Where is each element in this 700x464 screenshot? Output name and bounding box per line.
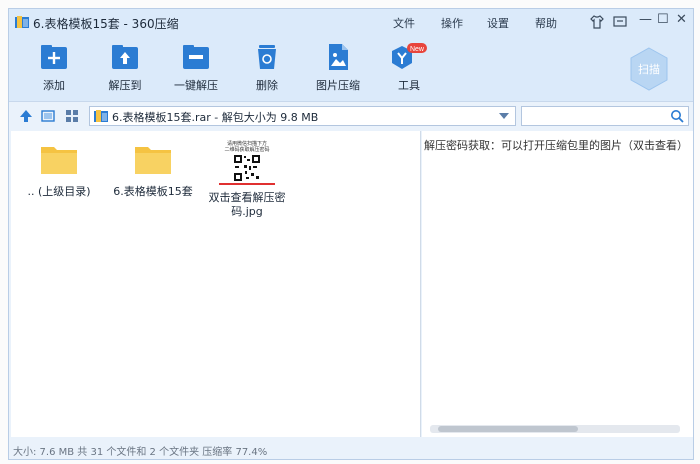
tools-label: 工具 bbox=[398, 79, 420, 92]
scan-shield-icon: 扫描 bbox=[630, 47, 668, 91]
thumbnail-red-line bbox=[219, 183, 275, 185]
window-title: 6.表格模板15套 - 360压缩 bbox=[33, 17, 179, 31]
one-click-extract-button[interactable]: 一键解压 bbox=[161, 43, 231, 93]
add-button[interactable]: 添加 bbox=[19, 43, 89, 93]
feedback-icon[interactable] bbox=[613, 15, 627, 29]
qr-code-icon bbox=[233, 154, 261, 182]
search-icon[interactable] bbox=[670, 109, 684, 123]
thumbnail-line: 二维码获取解压密码 bbox=[224, 147, 270, 153]
file-item-parent-folder[interactable]: .. (上级目录) bbox=[13, 143, 105, 199]
minimize-button[interactable]: — bbox=[639, 12, 652, 27]
preview-text: 解压密码获取：可以打开压缩包里的图片（双击查看） bbox=[424, 139, 688, 152]
grid-view-icon[interactable] bbox=[65, 109, 79, 123]
app-window: 6.表格模板15套 - 360压缩 文件 操作 设置 帮助 — ☐ ✕ 添加 解… bbox=[8, 8, 694, 460]
scrollbar-thumb[interactable] bbox=[438, 426, 578, 432]
preview-pane: 解压密码获取：可以打开压缩包里的图片（双击查看） bbox=[422, 131, 693, 437]
folder-icon bbox=[135, 147, 171, 174]
menu-settings[interactable]: 设置 bbox=[487, 15, 509, 31]
address-dropdown-icon[interactable] bbox=[499, 113, 509, 119]
file-item-image[interactable]: 请用微信扫描下方 二维码获取解压密码 双击查看解压密码.jpg bbox=[201, 141, 293, 219]
list-view-icon[interactable] bbox=[41, 109, 55, 123]
menu-help[interactable]: 帮助 bbox=[535, 15, 557, 31]
menu-file[interactable]: 文件 bbox=[393, 15, 415, 31]
delete-button[interactable]: 删除 bbox=[232, 43, 302, 93]
delete-icon bbox=[258, 45, 276, 69]
scan-button[interactable]: 扫描 bbox=[629, 47, 669, 91]
file-list-pane: .. (上级目录) 6.表格模板15套 请用微信扫描下方 二维码获取解压密码 双… bbox=[11, 131, 421, 437]
image-compress-icon bbox=[329, 44, 348, 70]
tools-button[interactable]: New 工具 bbox=[374, 43, 444, 93]
delete-label: 删除 bbox=[256, 79, 278, 92]
new-badge: New bbox=[410, 46, 425, 53]
add-label: 添加 bbox=[43, 79, 65, 92]
add-icon bbox=[41, 45, 67, 69]
image-compress-button[interactable]: 图片压缩 bbox=[303, 43, 373, 93]
image-thumbnail: 请用微信扫描下方 二维码获取解压密码 bbox=[217, 141, 277, 185]
status-bar: 大小: 7.6 MB 共 31 个文件和 2 个文件夹 压缩率 77.4% bbox=[9, 439, 693, 459]
archive-file-icon bbox=[94, 110, 108, 122]
file-item-folder[interactable]: 6.表格模板15套 bbox=[107, 143, 199, 199]
file-name: .. (上级目录) bbox=[27, 185, 91, 198]
status-text: 大小: 7.6 MB 共 31 个文件和 2 个文件夹 压缩率 77.4% bbox=[13, 447, 268, 458]
address-text: 6.表格模板15套.rar - 解包大小为 9.8 MB bbox=[112, 111, 319, 124]
title-bar: 6.表格模板15套 - 360压缩 文件 操作 设置 帮助 — ☐ ✕ bbox=[9, 9, 693, 37]
file-name: 双击查看解压密码.jpg bbox=[208, 191, 286, 218]
toolbar: 添加 解压到 一键解压 删除 图片压缩 New 工具 扫描 bbox=[9, 37, 693, 101]
navigation-bar: 6.表格模板15套.rar - 解包大小为 9.8 MB bbox=[9, 101, 693, 130]
skin-shirt-icon[interactable] bbox=[590, 15, 604, 29]
tools-icon: New bbox=[392, 43, 427, 69]
one-click-extract-icon bbox=[183, 45, 209, 69]
file-name: 6.表格模板15套 bbox=[113, 185, 193, 198]
up-arrow-icon[interactable] bbox=[19, 109, 33, 123]
horizontal-scrollbar[interactable] bbox=[430, 425, 680, 433]
extract-to-label: 解压到 bbox=[108, 79, 142, 92]
maximize-button[interactable]: ☐ bbox=[657, 12, 669, 27]
extract-to-icon bbox=[112, 45, 138, 69]
archive-logo-icon bbox=[15, 16, 29, 28]
close-button[interactable]: ✕ bbox=[676, 12, 687, 27]
extract-to-button[interactable]: 解压到 bbox=[90, 43, 160, 93]
image-compress-label: 图片压缩 bbox=[316, 79, 360, 92]
folder-icon bbox=[41, 147, 77, 174]
one-click-extract-label: 一键解压 bbox=[174, 79, 218, 92]
address-bar[interactable]: 6.表格模板15套.rar - 解包大小为 9.8 MB bbox=[89, 106, 516, 126]
scan-label: 扫描 bbox=[638, 62, 660, 76]
menu-operation[interactable]: 操作 bbox=[441, 15, 463, 31]
search-input[interactable] bbox=[521, 106, 689, 126]
